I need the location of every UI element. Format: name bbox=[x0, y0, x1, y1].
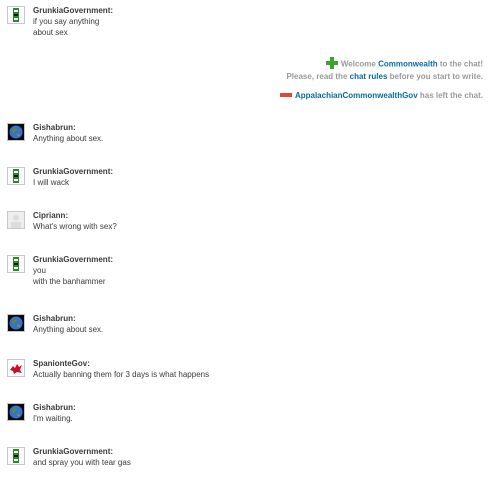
message-text: if you say anything bbox=[33, 17, 100, 26]
earth-globe-icon[interactable] bbox=[7, 314, 25, 332]
rules-prefix: Please, read the bbox=[286, 72, 350, 81]
green-flag-icon[interactable] bbox=[7, 167, 25, 185]
rules-notice: Please, read the chat rules before you s… bbox=[286, 71, 483, 82]
message-text: and spray you with tear gas bbox=[33, 458, 131, 467]
message-text: about sex bbox=[33, 28, 68, 37]
chat-rules-link[interactable]: chat rules bbox=[350, 72, 388, 81]
username[interactable]: GrunkiaGovernment: bbox=[33, 167, 113, 177]
left-user-link[interactable]: AppalachianCommonwealthGov bbox=[295, 91, 418, 100]
message-text: I'm waiting. bbox=[33, 414, 73, 423]
join-suffix: to the chat! bbox=[437, 59, 483, 69]
join-prefix: Welcome bbox=[340, 59, 379, 69]
green-flag-icon[interactable] bbox=[7, 255, 25, 273]
minus-icon bbox=[279, 90, 292, 101]
default-avatar-icon[interactable] bbox=[7, 211, 25, 229]
username[interactable]: GrunkiaGovernment: bbox=[33, 447, 131, 457]
username[interactable]: Gishabrun: bbox=[33, 314, 103, 324]
message-text: What's wrong with sex? bbox=[33, 222, 117, 231]
join-notice: Welcome Commonwealth to the chat! bbox=[325, 57, 483, 72]
message-text: I will wack bbox=[33, 178, 70, 187]
message-text: you bbox=[33, 266, 46, 275]
message-text: Anything about sex. bbox=[33, 134, 104, 143]
username[interactable]: GrunkiaGovernment: bbox=[33, 6, 113, 16]
leave-notice: AppalachianCommonwealthGov has left the … bbox=[279, 90, 483, 101]
red-dragon-flag-icon[interactable] bbox=[7, 359, 25, 377]
message-text: with the banhammer bbox=[33, 277, 106, 286]
username[interactable]: GrunkiaGovernment: bbox=[33, 255, 113, 265]
plus-icon bbox=[325, 57, 338, 72]
message-text: Anything about sex. bbox=[33, 325, 104, 334]
joined-user-link[interactable]: Commonwealth bbox=[378, 60, 438, 69]
leave-suffix: has left the chat. bbox=[417, 91, 483, 100]
rules-suffix: before you start to write. bbox=[387, 72, 483, 81]
username[interactable]: SpanionteGov: bbox=[33, 359, 209, 369]
message-text: Actually banning them for 3 days is what… bbox=[33, 370, 210, 379]
username[interactable]: Gishabrun: bbox=[33, 403, 76, 413]
earth-globe-icon[interactable] bbox=[7, 123, 25, 141]
green-flag-icon[interactable] bbox=[7, 447, 25, 465]
green-flag-icon[interactable] bbox=[7, 6, 25, 24]
username[interactable]: Gishabrun: bbox=[33, 123, 103, 133]
earth-globe-icon[interactable] bbox=[7, 403, 25, 421]
username[interactable]: Cipriann: bbox=[33, 211, 117, 221]
